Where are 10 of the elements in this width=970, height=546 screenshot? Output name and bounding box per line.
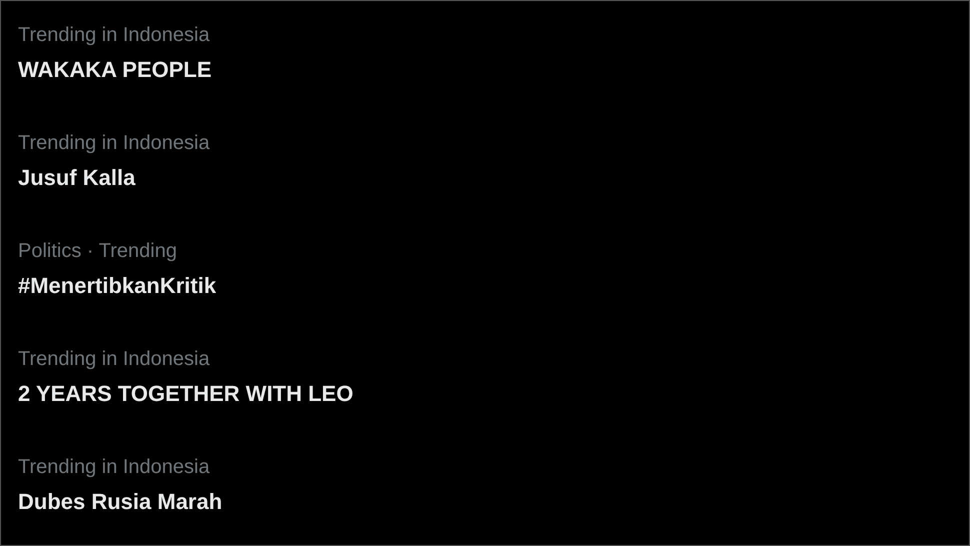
trend-title[interactable]: 2 YEARS TOGETHER WITH LEO bbox=[18, 379, 354, 409]
trend-context: Politics · Trending bbox=[18, 239, 177, 264]
trend-title[interactable]: Jusuf Kalla bbox=[18, 163, 136, 193]
trend-title[interactable]: WAKAKA PEOPLE bbox=[18, 55, 212, 85]
trend-context: Trending in Indonesia bbox=[18, 131, 210, 156]
trend-context: Trending in Indonesia bbox=[18, 455, 210, 480]
trend-title[interactable]: Dubes Rusia Marah bbox=[18, 487, 222, 517]
trend-context: Trending in Indonesia bbox=[18, 347, 210, 372]
trend-title[interactable]: #MenertibkanKritik bbox=[18, 271, 216, 301]
trend-context: Trending in Indonesia bbox=[18, 23, 210, 48]
